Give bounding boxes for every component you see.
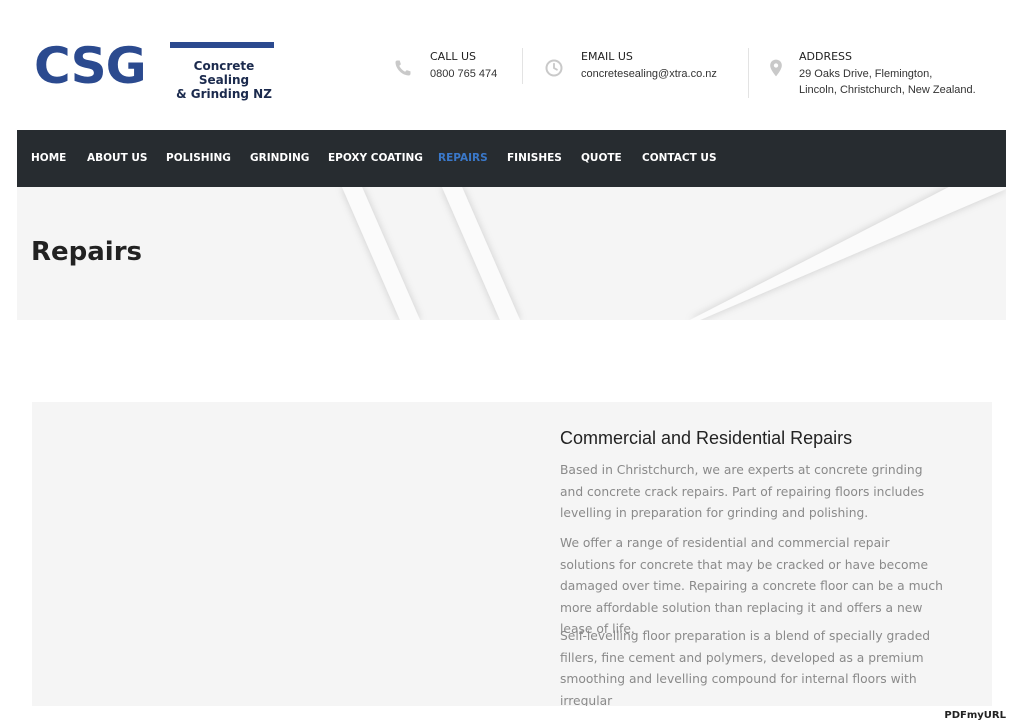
site-logo[interactable]: CSG Concrete Sealing & Grinding NZ xyxy=(34,37,276,101)
page-title: Repairs xyxy=(31,237,143,267)
logo-line-2: & Grinding NZ xyxy=(176,87,272,101)
logo-letters: CSG xyxy=(34,37,147,95)
nav-polishing[interactable]: POLISHING xyxy=(166,130,231,187)
title-band-decoration xyxy=(342,187,1006,320)
section-paragraph: We offer a range of residential and comm… xyxy=(560,536,943,636)
address-text: 29 Oaks Drive, Flemington, Lincoln, Chri… xyxy=(799,66,976,98)
call-label: CALL US xyxy=(430,50,476,63)
call-number[interactable]: 0800 765 474 xyxy=(430,66,497,82)
site-header: CSG Concrete Sealing & Grinding NZ CALL … xyxy=(0,0,1024,130)
repairs-section: Commercial and Residential Repairs Based… xyxy=(32,402,992,706)
address-label: ADDRESS xyxy=(799,50,853,63)
nav-quote[interactable]: QUOTE xyxy=(581,130,622,187)
logo-line-1: Concrete Sealing xyxy=(193,59,255,87)
section-paragraph: Self-levelling floor preparation is a bl… xyxy=(560,629,931,706)
header-divider xyxy=(522,48,523,84)
logo-bar xyxy=(170,42,274,48)
email-address[interactable]: concretesealing@xtra.co.nz xyxy=(581,66,717,82)
address-line-1: 29 Oaks Drive, Flemington, xyxy=(799,68,933,80)
header-divider xyxy=(748,48,749,98)
nav-finishes[interactable]: FINISHES xyxy=(507,130,562,187)
address-line-2: Lincoln, Christchurch, New Zealand. xyxy=(799,84,976,96)
pdfmyurl-watermark: PDFmyURL xyxy=(944,710,1006,721)
nav-home[interactable]: HOME xyxy=(31,130,66,187)
page-title-band: Repairs xyxy=(17,187,1006,320)
nav-grinding[interactable]: GRINDING xyxy=(250,130,309,187)
main-nav: HOME ABOUT US POLISHING GRINDING EPOXY C… xyxy=(17,130,1006,187)
clock-icon xyxy=(545,59,563,77)
nav-epoxy-coating[interactable]: EPOXY COATING xyxy=(328,130,423,187)
section-heading: Commercial and Residential Repairs xyxy=(560,428,853,448)
phone-icon xyxy=(395,60,411,76)
nav-repairs[interactable]: REPAIRS xyxy=(438,130,488,187)
map-pin-icon xyxy=(770,59,782,77)
logo-tagline: Concrete Sealing & Grinding NZ xyxy=(172,59,276,101)
email-label: EMAIL US xyxy=(581,50,633,63)
section-paragraph: Based in Christchurch, we are experts at… xyxy=(560,463,925,520)
nav-contact-us[interactable]: CONTACT US xyxy=(642,130,717,187)
nav-about-us[interactable]: ABOUT US xyxy=(87,130,148,187)
